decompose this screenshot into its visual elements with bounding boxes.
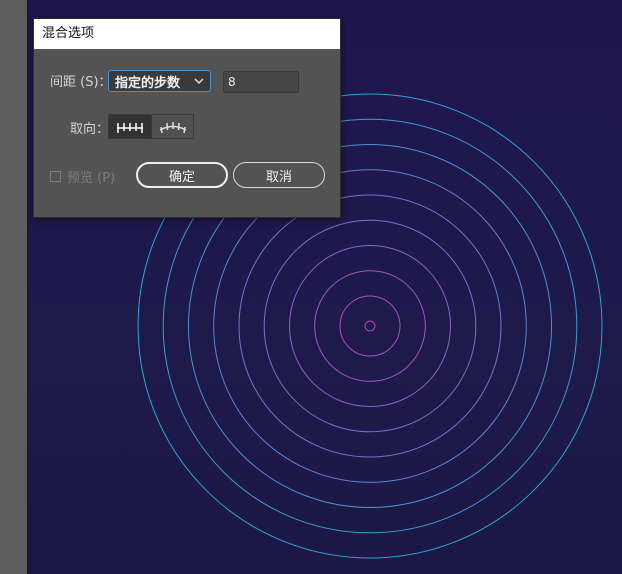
- ok-button[interactable]: 确定: [136, 162, 228, 188]
- blend-options-dialog: 混合选项 间距 (S)： 指定的步数 8 取向： 预览 (P) 确定 取消: [33, 18, 341, 218]
- ring-circle: [289, 245, 451, 407]
- ring-circle: [339, 295, 401, 357]
- spacing-label: 间距 (S)：: [50, 75, 112, 90]
- align-to-page-icon: [117, 122, 143, 133]
- align-to-path-icon: [159, 121, 186, 133]
- ring-circle: [263, 219, 477, 433]
- align-to-page-button[interactable]: [109, 115, 151, 138]
- orientation-toggle-group: [108, 114, 194, 139]
- steps-input[interactable]: 8: [223, 71, 299, 93]
- preview-checkbox[interactable]: [50, 171, 61, 182]
- ring-circle: [238, 194, 502, 458]
- orientation-label: 取向：: [70, 122, 110, 137]
- spacing-select[interactable]: 指定的步数: [108, 70, 211, 92]
- chevron-down-icon: [194, 78, 204, 85]
- dialog-title: 混合选项: [34, 19, 340, 49]
- ring-circle: [364, 320, 376, 332]
- align-to-path-button[interactable]: [151, 115, 193, 138]
- ring-circle: [314, 270, 426, 382]
- cancel-button[interactable]: 取消: [233, 162, 325, 188]
- preview-label: 预览 (P): [67, 171, 116, 186]
- spacing-select-value: 指定的步数: [115, 75, 181, 91]
